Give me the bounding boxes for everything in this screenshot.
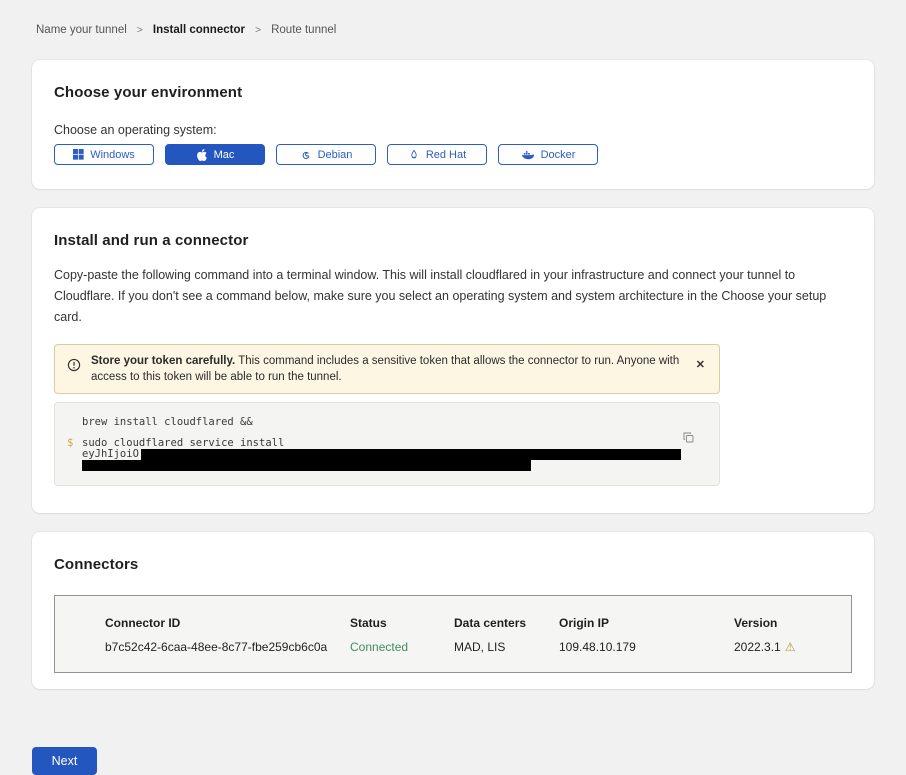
col-header-status: Status <box>350 616 454 630</box>
cell-origin-ip: 109.48.10.179 <box>559 640 734 654</box>
col-header-connector-id: Connector ID <box>105 616 350 630</box>
connectors-card: Connectors Connector ID Status Data cent… <box>32 532 874 689</box>
breadcrumb-separator: > <box>137 24 143 36</box>
token-warning-title: Store your token carefully. <box>91 355 235 367</box>
copy-icon[interactable] <box>682 431 695 447</box>
os-button-windows[interactable]: Windows <box>54 144 154 165</box>
os-button-label: Docker <box>541 149 576 161</box>
close-icon[interactable]: ✕ <box>696 360 705 371</box>
redacted-token-bar <box>82 460 531 471</box>
os-button-mac[interactable]: Mac <box>165 144 265 165</box>
prompt-spacer <box>67 416 82 428</box>
version-value: 2022.3.1 <box>734 640 781 654</box>
col-header-data-centers: Data centers <box>454 616 559 630</box>
os-button-label: Debian <box>318 149 353 161</box>
install-card-title: Install and run a connector <box>54 232 852 249</box>
connectors-table: Connector ID Status Data centers Origin … <box>54 595 852 673</box>
install-card: Install and run a connector Copy-paste t… <box>32 208 874 513</box>
apple-icon <box>196 149 208 161</box>
cell-data-centers: MAD, LIS <box>454 640 559 654</box>
col-header-version: Version <box>734 616 841 630</box>
code-command: sudo cloudflared service install eyJhIjo… <box>82 437 681 471</box>
cell-version: 2022.3.1 ⚠ <box>734 640 841 654</box>
breadcrumb-step-name-your-tunnel[interactable]: Name your tunnel <box>36 24 127 36</box>
breadcrumb-step-route-tunnel[interactable]: Route tunnel <box>271 24 336 36</box>
code-line-1: brew install cloudflared && <box>82 416 675 428</box>
code-token-line-2 <box>82 460 681 471</box>
windows-icon <box>73 149 84 160</box>
os-button-label: Mac <box>214 149 235 161</box>
cell-connector-id: b7c52c42-6caa-48ee-8c77-fbe259cb6c0a <box>105 640 350 654</box>
status-badge: Connected <box>350 640 454 654</box>
docker-icon <box>521 149 535 161</box>
version-warning-icon: ⚠ <box>785 640 796 654</box>
col-header-origin-ip: Origin IP <box>559 616 734 630</box>
token-warning-text: Store your token carefully. This command… <box>91 353 686 385</box>
os-button-redhat[interactable]: Red Hat <box>387 144 487 165</box>
breadcrumb-step-install-connector[interactable]: Install connector <box>153 24 245 36</box>
os-button-debian[interactable]: Debian <box>276 144 376 165</box>
breadcrumb-separator: > <box>255 24 261 36</box>
next-button[interactable]: Next <box>32 747 97 775</box>
page: Name your tunnel > Install connector > R… <box>0 0 906 689</box>
install-command-code-block: brew install cloudflared && $ sudo cloud… <box>54 402 720 486</box>
breadcrumb: Name your tunnel > Install connector > R… <box>36 24 870 36</box>
connectors-card-title: Connectors <box>54 556 852 573</box>
environment-card-title: Choose your environment <box>54 84 852 101</box>
os-button-docker[interactable]: Docker <box>498 144 598 165</box>
environment-card: Choose your environment Choose an operat… <box>32 60 874 189</box>
os-button-label: Windows <box>90 149 135 161</box>
debian-icon <box>300 149 312 161</box>
alert-circle-icon <box>67 358 81 377</box>
os-select-label: Choose an operating system: <box>54 123 852 137</box>
redhat-icon <box>408 149 420 161</box>
code-token-line: eyJhIjoiO <box>82 449 681 460</box>
token-prefix: eyJhIjoiO <box>82 449 139 460</box>
shell-prompt: $ <box>67 437 82 471</box>
os-button-label: Red Hat <box>426 149 466 161</box>
os-button-group: Windows Mac Debian Red Hat <box>54 144 852 165</box>
redacted-token-bar <box>141 449 681 460</box>
install-description: Copy-paste the following command into a … <box>54 265 852 328</box>
token-warning-banner: Store your token carefully. This command… <box>54 344 720 394</box>
